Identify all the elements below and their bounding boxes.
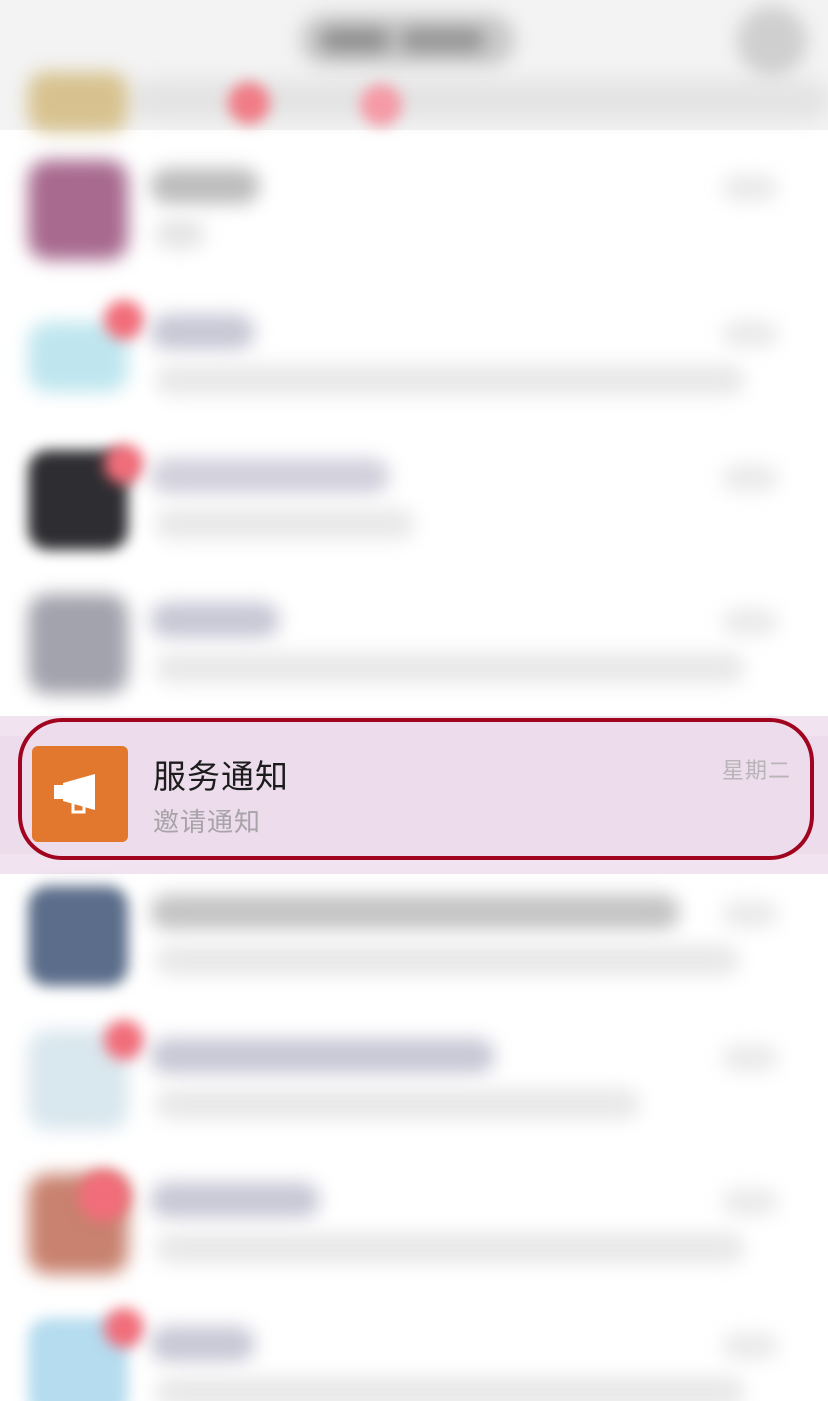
chat-row-blurred[interactable] — [0, 1300, 828, 1401]
header-blurred — [0, 0, 828, 132]
chat-name-blurred — [150, 314, 255, 350]
unread-badge-blurred — [104, 1020, 144, 1060]
chat-time-blurred — [722, 174, 778, 202]
chat-time-blurred — [722, 464, 778, 492]
chat-preview-blurred — [155, 508, 415, 540]
chat-preview-blurred — [155, 364, 745, 396]
avatar — [28, 160, 128, 260]
chat-row-blurred[interactable] — [0, 1156, 828, 1300]
mini-app-blurred[interactable] — [28, 72, 128, 132]
chat-name-blurred — [150, 1038, 495, 1074]
chat-preview-blurred — [155, 218, 205, 250]
mini-app-badge-blurred — [228, 82, 270, 124]
chat-row-blurred[interactable] — [0, 288, 828, 432]
avatar — [28, 594, 128, 694]
chat-name-blurred — [150, 1326, 255, 1362]
chat-time-blurred — [722, 1332, 778, 1360]
chat-preview-blurred — [155, 652, 745, 684]
chat-name-blurred — [150, 168, 260, 204]
chat-time-blurred — [722, 608, 778, 636]
chat-time-blurred — [722, 1044, 778, 1072]
chat-row-blurred[interactable] — [0, 1012, 828, 1156]
chat-name-blurred — [150, 1182, 320, 1218]
chat-row-blurred[interactable] — [0, 432, 828, 576]
unread-badge-blurred — [78, 1170, 130, 1222]
chat-time-blurred — [722, 1188, 778, 1216]
chat-name-blurred — [150, 602, 280, 638]
highlighted-chat-row[interactable] — [18, 718, 814, 860]
chat-row-blurred[interactable] — [0, 576, 828, 720]
unread-badge-blurred — [104, 1308, 144, 1348]
chat-name-blurred — [150, 458, 390, 494]
megaphone-icon — [54, 774, 95, 814]
chat-time-blurred — [722, 320, 778, 348]
avatar — [28, 886, 128, 986]
chat-time: 星期二 — [722, 759, 792, 784]
chat-preview-blurred — [155, 1232, 745, 1264]
chat-list-screen: 服务通知 邀请通知 星期二 — [0, 0, 828, 1401]
chat-title: 服务通知 — [153, 757, 289, 796]
chat-row-blurred[interactable] — [0, 142, 828, 286]
page-title-blurred — [300, 14, 515, 66]
unread-badge-blurred — [104, 300, 144, 340]
chat-time-blurred — [722, 900, 778, 928]
chat-preview: 邀请通知 — [153, 808, 262, 838]
chat-preview-blurred — [155, 1376, 745, 1401]
chat-preview-blurred — [155, 944, 740, 976]
chat-preview-blurred — [155, 1088, 640, 1120]
chat-row-blurred[interactable] — [0, 868, 828, 1012]
profile-button-blurred[interactable] — [737, 6, 807, 76]
chat-name-blurred — [150, 894, 680, 930]
service-notification-avatar — [32, 746, 128, 842]
mini-app-badge-blurred — [360, 84, 402, 126]
unread-badge-blurred — [104, 444, 144, 484]
